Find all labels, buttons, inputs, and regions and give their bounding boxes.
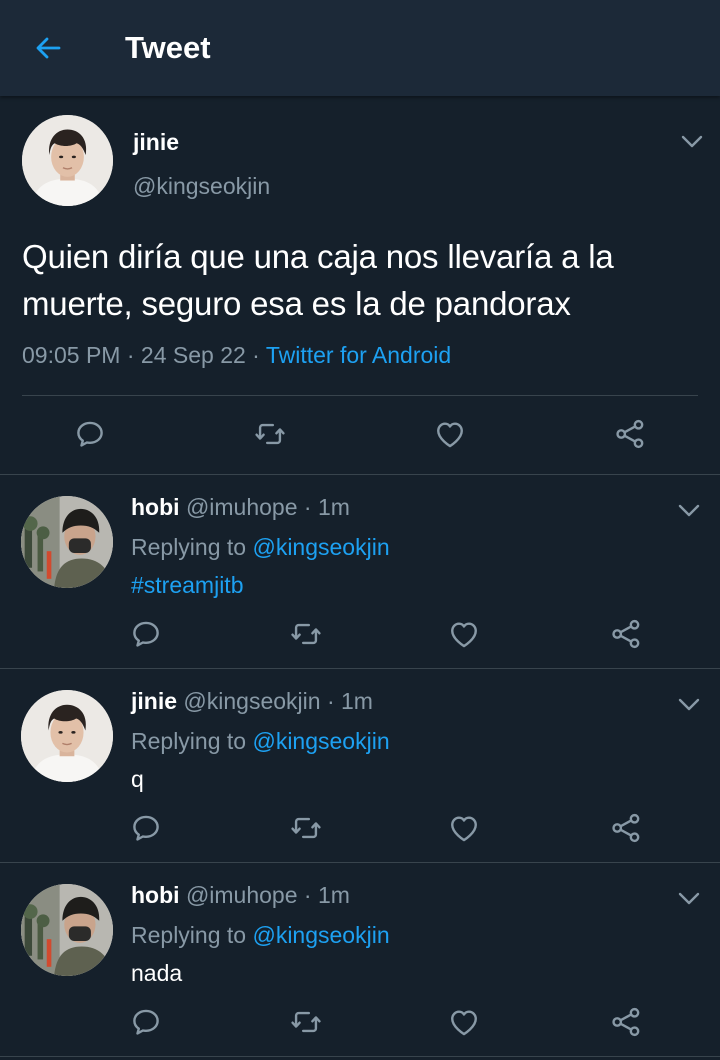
tweet-text: Quien diría que una caja nos llevaría a … xyxy=(22,238,614,322)
retweet-icon[interactable] xyxy=(289,811,323,845)
reply-tweet[interactable]: hobi @imuhope · 1m Replying to @kingseok… xyxy=(0,863,720,1057)
reply-text: nada xyxy=(131,960,183,986)
reply-icon[interactable] xyxy=(73,417,107,451)
replying-to: Replying to @kingseokjin xyxy=(131,728,390,755)
divider xyxy=(22,395,698,396)
reply-time: 1m xyxy=(341,688,373,714)
replying-to-label: Replying to xyxy=(131,922,247,948)
reply-tweet[interactable]: jinie @kingseokjin · 1m Replying to @kin… xyxy=(0,669,720,863)
mention-link[interactable]: @kingseokjin xyxy=(252,728,389,754)
tweet-meta: 09:05 PM · 24 Sep 22 · Twitter for Andro… xyxy=(22,342,451,369)
share-icon[interactable] xyxy=(609,617,643,651)
reply-time: 1m xyxy=(317,494,350,520)
reply-header: hobi @imuhope · 1m xyxy=(131,494,350,521)
reply-icon[interactable] xyxy=(129,1005,163,1039)
avatar[interactable] xyxy=(21,496,113,588)
reply-author-name[interactable]: hobi xyxy=(131,882,180,908)
tweet-date: 24 Sep 22 xyxy=(140,342,246,368)
retweet-icon[interactable] xyxy=(289,1005,323,1039)
reply-icon[interactable] xyxy=(129,811,163,845)
replying-to: Replying to @kingseokjin xyxy=(131,534,390,561)
tweet-source-link[interactable]: Twitter for Android xyxy=(266,342,451,368)
replying-to: Replying to @kingseokjin xyxy=(131,922,390,949)
chevron-down-icon[interactable] xyxy=(678,504,700,518)
share-icon[interactable] xyxy=(609,811,643,845)
avatar[interactable] xyxy=(21,884,113,976)
reply-header: jinie @kingseokjin · 1m xyxy=(131,688,373,715)
meta-separator: · xyxy=(303,494,312,520)
avatar[interactable] xyxy=(22,115,113,206)
mention-link[interactable]: @kingseokjin xyxy=(252,922,389,948)
reply-tweet[interactable]: hobi @imuhope · 1m Replying to @kingseok… xyxy=(0,475,720,669)
reply-author-handle[interactable]: @kingseokjin xyxy=(183,688,320,714)
like-icon[interactable] xyxy=(447,1005,481,1039)
app-header: Tweet xyxy=(0,0,720,96)
replying-to-label: Replying to xyxy=(131,534,247,560)
reply-author-name[interactable]: hobi xyxy=(131,494,180,520)
reply-author-handle[interactable]: @imuhope xyxy=(186,882,298,908)
main-tweet[interactable]: jinie @kingseokjin Quien diría que una c… xyxy=(0,96,720,475)
chevron-down-icon[interactable] xyxy=(678,698,700,712)
retweet-icon[interactable] xyxy=(253,417,287,451)
meta-separator: · xyxy=(303,882,312,908)
meta-separator: · xyxy=(126,342,135,368)
meta-separator: · xyxy=(252,342,260,368)
like-icon[interactable] xyxy=(447,617,481,651)
avatar[interactable] xyxy=(21,690,113,782)
reply-header: hobi @imuhope · 1m xyxy=(131,882,350,909)
meta-separator: · xyxy=(326,688,335,714)
author-name[interactable]: jinie xyxy=(133,129,179,156)
like-icon[interactable] xyxy=(433,417,467,451)
reply-icon[interactable] xyxy=(129,617,163,651)
mention-link[interactable]: @kingseokjin xyxy=(252,534,389,560)
page-title: Tweet xyxy=(125,30,211,65)
like-icon[interactable] xyxy=(447,811,481,845)
tweet-time: 09:05 PM xyxy=(22,342,121,368)
reply-author-handle[interactable]: @imuhope xyxy=(186,494,298,520)
author-handle[interactable]: @kingseokjin xyxy=(133,173,270,200)
retweet-icon[interactable] xyxy=(289,617,323,651)
reply-author-name[interactable]: jinie xyxy=(131,688,177,714)
replying-to-label: Replying to xyxy=(131,728,247,754)
chevron-down-icon[interactable] xyxy=(678,892,700,906)
chevron-down-icon[interactable] xyxy=(681,135,703,149)
reply-time: 1m xyxy=(317,882,350,908)
arrow-left-icon[interactable] xyxy=(33,33,63,63)
share-icon[interactable] xyxy=(609,1005,643,1039)
hashtag-link[interactable]: #streamjitb xyxy=(131,572,243,599)
share-icon[interactable] xyxy=(613,417,647,451)
reply-text: q xyxy=(131,766,144,792)
